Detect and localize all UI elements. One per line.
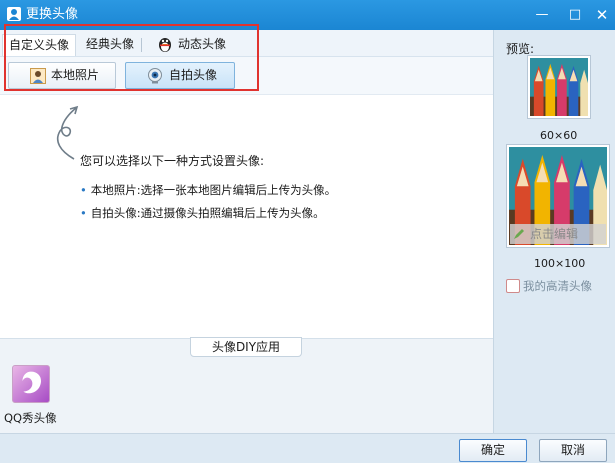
instructions-area: 您可以选择以下一种方式设置头像: • 本地照片:选择一张本地图片编辑后上传为头像。… <box>0 95 493 340</box>
qq-show-label[interactable]: QQ秀头像 <box>4 410 57 426</box>
highlight-annotation <box>4 24 259 91</box>
instruction-bullet: • 本地照片:选择一张本地图片编辑后上传为头像。 <box>80 182 336 198</box>
avatar-preview-large[interactable]: 点击编辑 <box>506 144 610 248</box>
instruction-text: 本地照片:选择一张本地图片编辑后上传为头像。 <box>90 183 337 197</box>
close-button[interactable]: ✕ <box>592 5 612 25</box>
window-title: 更换头像 <box>26 7 79 22</box>
dialog-footer: 确定 取消 <box>0 433 615 463</box>
minimize-button[interactable]: — <box>532 5 552 25</box>
app-icon <box>7 7 21 21</box>
instruction-bullet: • 自拍头像:通过摄像头拍照编辑后上传为头像。 <box>80 205 325 221</box>
cancel-button[interactable]: 取消 <box>539 439 607 462</box>
instructions-intro: 您可以选择以下一种方式设置头像: <box>80 154 265 168</box>
large-size-label: 100×100 <box>534 257 586 270</box>
pencil-edit-icon <box>514 229 524 239</box>
bullet-dot: • <box>80 183 87 197</box>
qq-show-logo <box>22 371 41 394</box>
qq-show-icon[interactable] <box>12 365 50 403</box>
edit-overlay[interactable]: 点击编辑 <box>510 224 606 244</box>
preview-panel: 预览: 60×60 点击编辑 100×100 我的高清头像 <box>493 30 615 433</box>
edit-label: 点击编辑 <box>530 227 579 241</box>
maximize-button[interactable]: □ <box>565 5 585 25</box>
ok-button[interactable]: 确定 <box>459 439 527 462</box>
pencils-image <box>530 58 588 116</box>
hd-avatar-label: 我的高清头像 <box>523 279 592 293</box>
diy-header: 头像DIY应用 <box>190 337 302 357</box>
small-size-label: 60×60 <box>540 129 578 142</box>
bullet-dot: • <box>80 206 87 220</box>
avatar-diy-panel: 头像DIY应用 QQ秀头像 <box>0 337 493 433</box>
hd-avatar-link[interactable]: 我的高清头像 <box>506 278 592 294</box>
instruction-text: 自拍头像:通过摄像头拍照编辑后上传为头像。 <box>90 206 325 220</box>
avatar-preview-small <box>527 55 591 119</box>
hd-avatar-icon <box>506 279 520 293</box>
